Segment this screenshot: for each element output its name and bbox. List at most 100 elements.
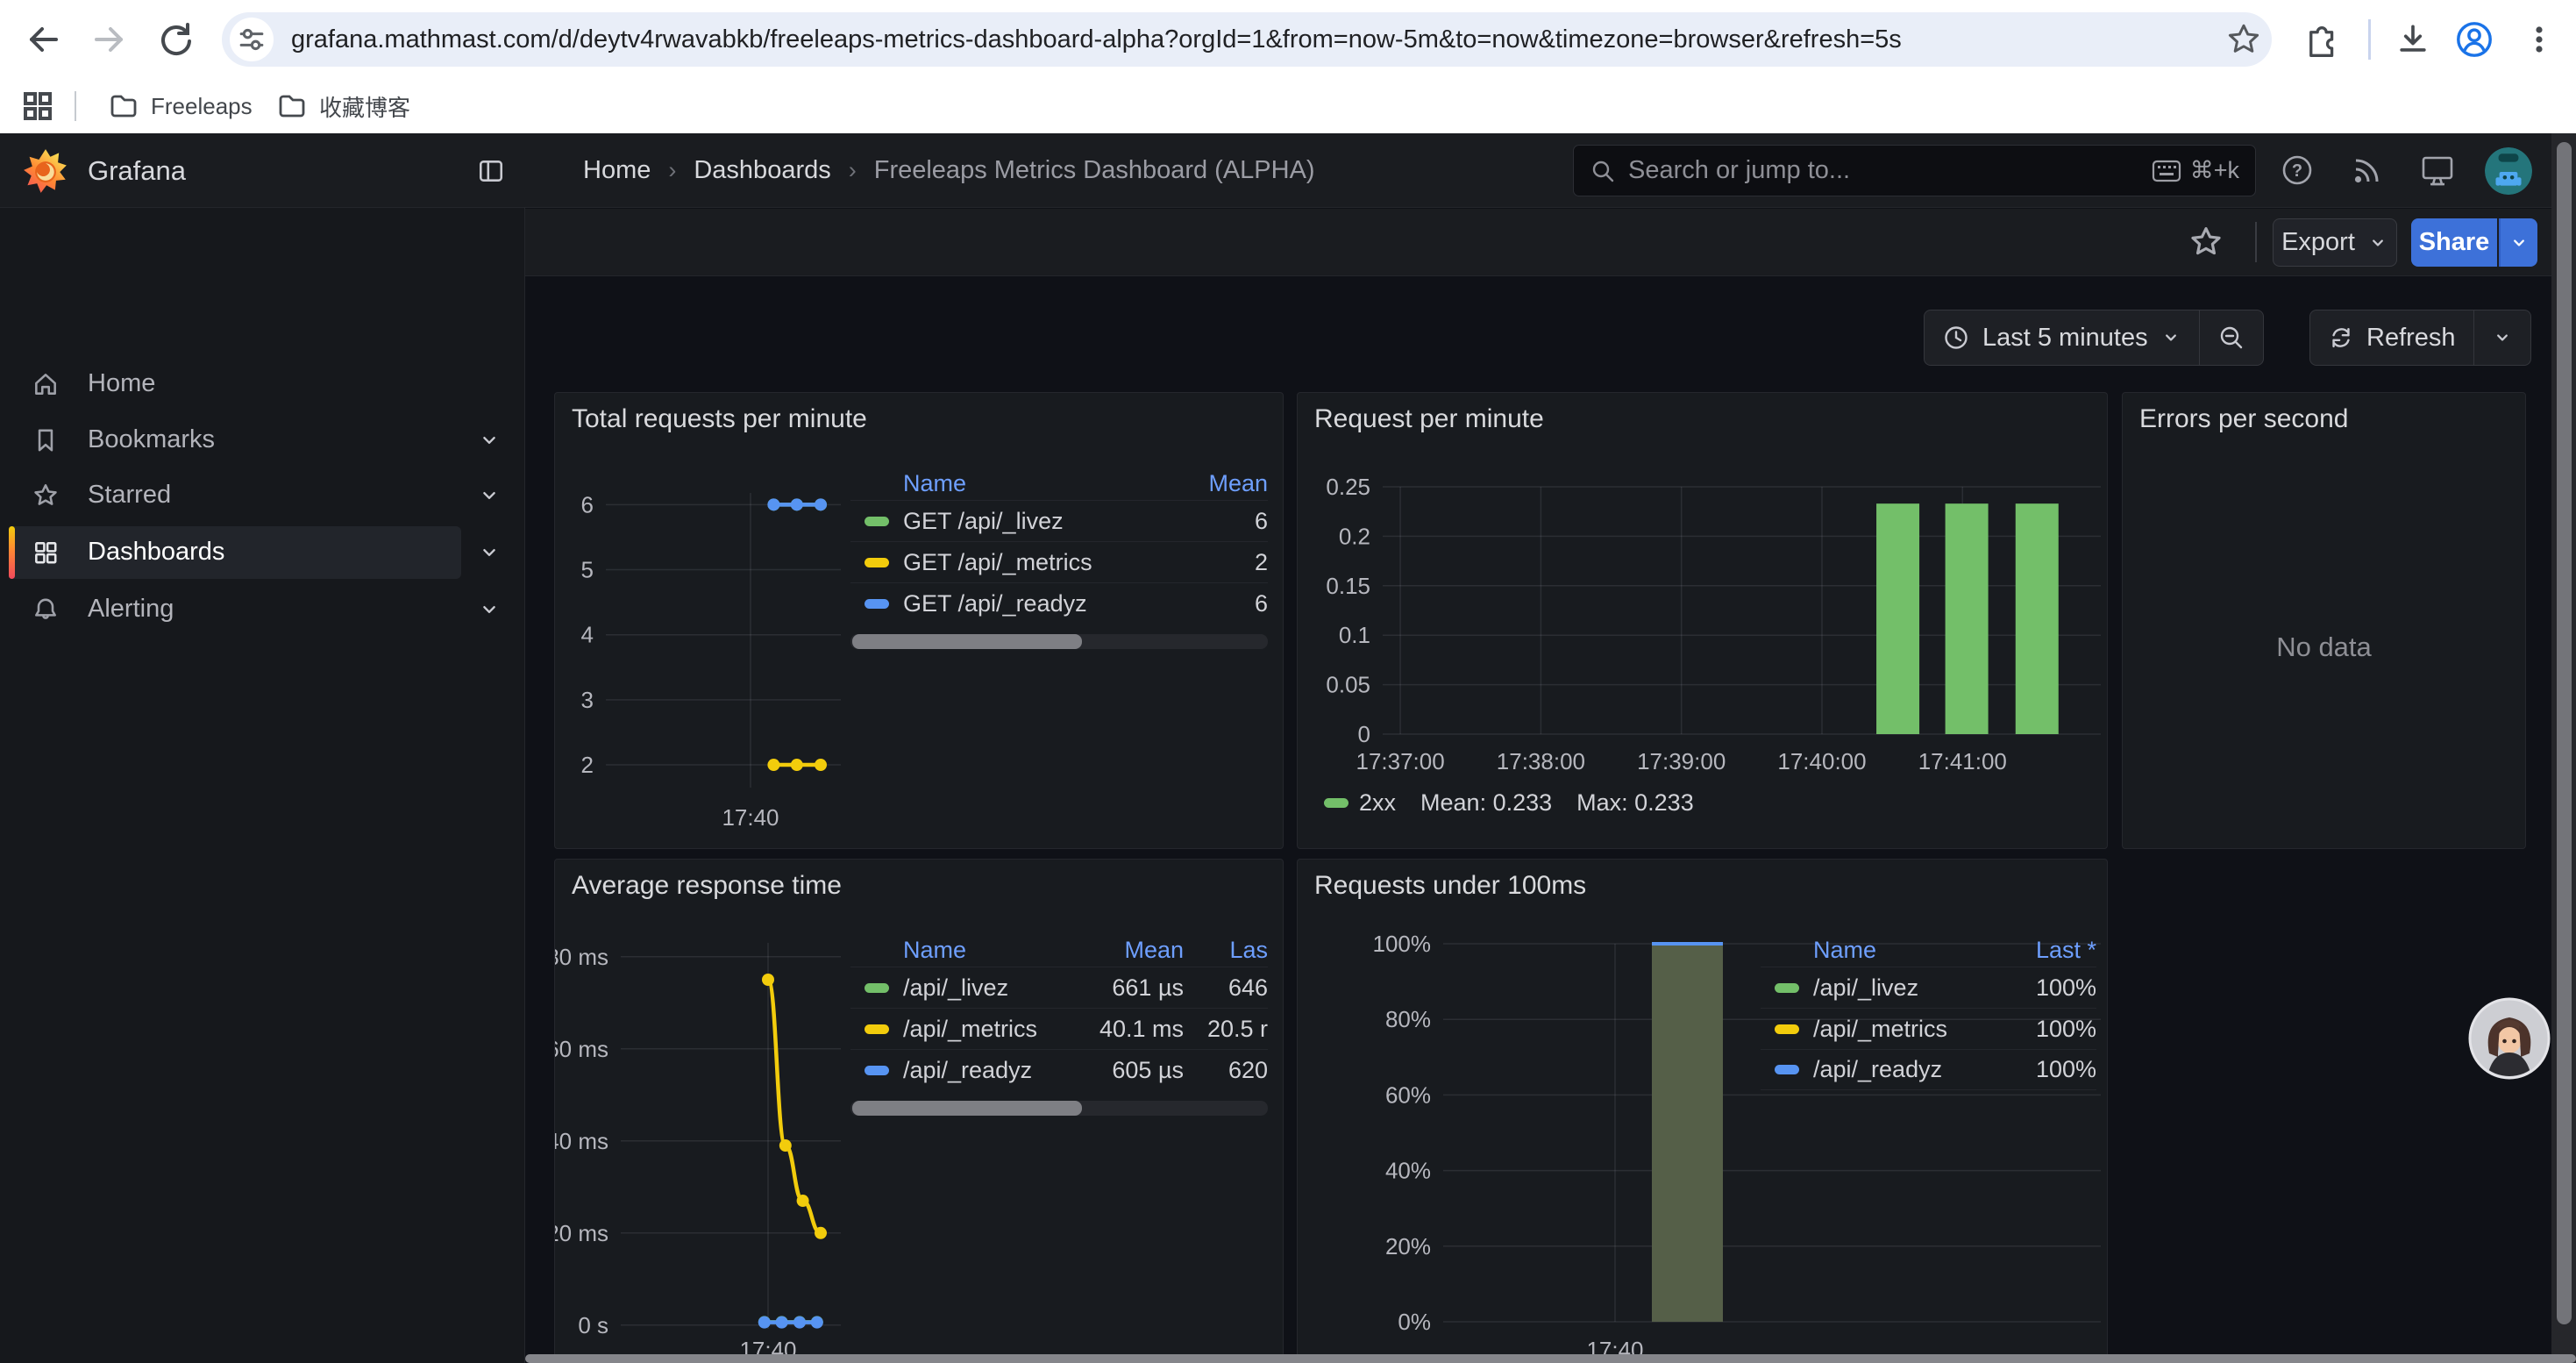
svg-text:2: 2 bbox=[581, 752, 594, 778]
legend-table: NameMean GET /api/_livez 6 GET /api/_met… bbox=[850, 467, 1268, 649]
series-name[interactable]: /api/_metrics bbox=[903, 1016, 1078, 1043]
share-menu-button[interactable] bbox=[2499, 218, 2537, 267]
legend-row[interactable]: GET /api/_metrics 2 bbox=[850, 541, 1268, 582]
legend-col-last[interactable]: Las bbox=[1184, 937, 1268, 964]
browser-menu-icon[interactable] bbox=[2518, 18, 2560, 61]
bookmark-folder-blogs[interactable]: 收藏博客 bbox=[263, 86, 424, 126]
chevron-down-icon[interactable] bbox=[477, 483, 502, 508]
sidebar-item-starred[interactable]: Starred bbox=[0, 467, 525, 523]
legend-col-last[interactable]: Last * bbox=[1991, 937, 2096, 964]
share-button[interactable]: Share bbox=[2411, 218, 2497, 267]
legend-col-mean[interactable]: Mean bbox=[1171, 470, 1268, 497]
breadcrumb-dashboards[interactable]: Dashboards bbox=[694, 156, 830, 185]
keyboard-icon bbox=[2152, 160, 2181, 182]
series-color-pill bbox=[1775, 1065, 1799, 1074]
legend-row[interactable]: /api/_metrics 40.1 ms 20.5 r bbox=[850, 1008, 1268, 1049]
time-range-picker[interactable]: Last 5 minutes bbox=[1925, 310, 2199, 365]
legend-row[interactable]: /api/_readyz 605 µs 620 bbox=[850, 1049, 1268, 1090]
legend-scrollbar[interactable] bbox=[850, 1101, 1268, 1116]
user-avatar[interactable] bbox=[2485, 147, 2532, 195]
breadcrumb-home[interactable]: Home bbox=[583, 156, 651, 185]
legend-row[interactable]: /api/_readyz 100% bbox=[1761, 1049, 2096, 1090]
browser-profile-icon[interactable] bbox=[2453, 18, 2495, 61]
panel-total-requests[interactable]: Total requests per minute 6543217:40 Nam… bbox=[554, 392, 1284, 849]
series-name[interactable]: /api/_metrics bbox=[1813, 1016, 1991, 1043]
series-name[interactable]: /api/_livez bbox=[903, 974, 1078, 1002]
forward-icon[interactable] bbox=[88, 18, 130, 61]
url-bar[interactable] bbox=[222, 12, 2272, 67]
sidebar-item-home[interactable]: Home bbox=[0, 356, 525, 411]
favorite-star-icon[interactable] bbox=[2188, 224, 2224, 265]
series-name[interactable]: GET /api/_metrics bbox=[903, 549, 1171, 576]
series-last: 100% bbox=[1991, 974, 2096, 1002]
search-input[interactable] bbox=[1628, 156, 2152, 185]
dashboard-canvas: Last 5 minutes Refresh Total requests pe… bbox=[525, 276, 2576, 1363]
svg-text:100%: 100% bbox=[1373, 931, 1432, 957]
svg-text:0.2: 0.2 bbox=[1339, 523, 1370, 549]
series-name[interactable]: /api/_livez bbox=[1813, 974, 1991, 1002]
vertical-scrollbar-thumb[interactable] bbox=[2557, 142, 2572, 1324]
bookmark-star-icon[interactable] bbox=[2216, 21, 2272, 58]
svg-text:40 ms: 40 ms bbox=[555, 1128, 608, 1154]
chevron-down-icon[interactable] bbox=[477, 428, 502, 453]
help-icon[interactable]: ? bbox=[2277, 150, 2317, 190]
legend-row[interactable]: /api/_livez 661 µs 646 bbox=[850, 967, 1268, 1008]
legend-col-name[interactable]: Name bbox=[903, 470, 1171, 497]
series-color-pill bbox=[865, 983, 889, 993]
horizontal-scrollbar[interactable] bbox=[525, 1354, 2576, 1363]
legend-row[interactable]: GET /api/_livez 6 bbox=[850, 500, 1268, 541]
bell-icon bbox=[32, 596, 60, 624]
legend[interactable]: 2xx Mean: 0.233 Max: 0.233 bbox=[1324, 789, 1694, 817]
sidebar-item-alerting[interactable]: Alerting bbox=[0, 582, 525, 637]
legend-row[interactable]: /api/_metrics 100% bbox=[1761, 1008, 2096, 1049]
news-rss-icon[interactable] bbox=[2347, 150, 2387, 190]
monitor-icon[interactable] bbox=[2417, 150, 2458, 190]
export-button[interactable]: Export bbox=[2273, 218, 2397, 267]
legend-scrollbar[interactable] bbox=[850, 634, 1268, 649]
svg-text:40%: 40% bbox=[1385, 1158, 1431, 1184]
url-input[interactable] bbox=[291, 25, 2216, 54]
floating-avatar[interactable] bbox=[2468, 997, 2551, 1080]
series-name[interactable]: /api/_readyz bbox=[1813, 1056, 1991, 1083]
search-box[interactable]: ⌘+k bbox=[1573, 145, 2256, 196]
refresh-button[interactable]: Refresh bbox=[2310, 310, 2473, 365]
apps-grid-icon[interactable] bbox=[21, 89, 54, 123]
chevron-down-icon[interactable] bbox=[477, 597, 502, 622]
downloads-icon[interactable] bbox=[2392, 18, 2434, 61]
panel-title[interactable]: Errors per second bbox=[2139, 404, 2348, 434]
sidebar-item-dashboards[interactable]: Dashboards bbox=[0, 525, 525, 580]
series-name[interactable]: GET /api/_livez bbox=[903, 508, 1171, 535]
chevron-down-icon[interactable] bbox=[477, 540, 502, 565]
svg-text:80 ms: 80 ms bbox=[555, 944, 608, 970]
extensions-icon[interactable] bbox=[2297, 18, 2339, 61]
series-name[interactable]: GET /api/_readyz bbox=[903, 590, 1171, 617]
brand-title: Grafana bbox=[88, 133, 186, 208]
breadcrumb: Home › Dashboards › Freeleaps Metrics Da… bbox=[583, 133, 1315, 208]
bookmark-folder-freeleaps[interactable]: Freeleaps bbox=[95, 86, 267, 126]
bookmark-folder-label: Freeleaps bbox=[151, 93, 253, 120]
refresh-interval-button[interactable] bbox=[2473, 310, 2530, 365]
grafana-logo-icon[interactable] bbox=[23, 148, 68, 194]
reload-icon[interactable] bbox=[154, 18, 196, 61]
sidebar-item-bookmarks[interactable]: Bookmarks bbox=[0, 412, 525, 467]
legend-col-name[interactable]: Name bbox=[1813, 937, 1991, 964]
toolbar-divider bbox=[2368, 19, 2371, 60]
series-name[interactable]: 2xx bbox=[1359, 789, 1396, 817]
panel-request-per-minute[interactable]: Request per minute 0.250.20.150.10.05017… bbox=[1297, 392, 2108, 849]
panel-errors-per-second[interactable]: Errors per second No data bbox=[2122, 392, 2526, 849]
series-name[interactable]: /api/_readyz bbox=[903, 1057, 1078, 1084]
panel-avg-response-time[interactable]: Average response time 80 ms60 ms40 ms20 … bbox=[554, 859, 1284, 1363]
site-settings-icon[interactable] bbox=[230, 18, 274, 61]
panel-requests-under-100ms[interactable]: Requests under 100ms 100%80%60%40%20%0%1… bbox=[1297, 859, 2108, 1363]
legend-col-name[interactable]: Name bbox=[903, 937, 1078, 964]
svg-text:0.25: 0.25 bbox=[1326, 474, 1370, 500]
request-per-minute-chart[interactable]: 0.250.20.150.10.05017:37:0017:38:0017:39… bbox=[1298, 393, 2109, 850]
legend-row[interactable]: /api/_livez 100% bbox=[1761, 967, 2096, 1008]
zoom-out-button[interactable] bbox=[2199, 310, 2263, 365]
legend-row[interactable]: GET /api/_readyz 6 bbox=[850, 582, 1268, 624]
collapse-sidebar-icon[interactable] bbox=[477, 157, 505, 189]
svg-text:5: 5 bbox=[581, 557, 594, 583]
sidebar-item-label: Alerting bbox=[88, 595, 174, 624]
back-icon[interactable] bbox=[23, 18, 65, 61]
legend-col-mean[interactable]: Mean bbox=[1078, 937, 1184, 964]
